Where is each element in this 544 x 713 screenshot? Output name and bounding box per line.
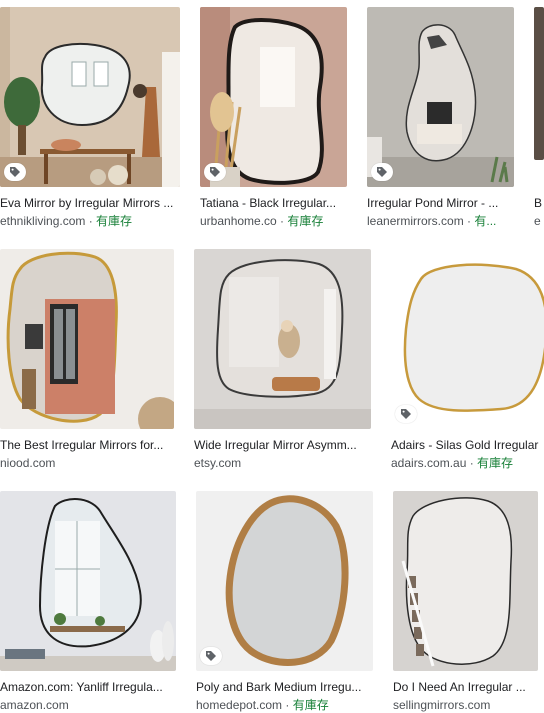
in-stock-label: 有庫存: [287, 214, 324, 228]
result-title[interactable]: Wide Irregular Mirror Asymm...: [194, 438, 371, 453]
result-title[interactable]: Do I Need An Irregular ...: [393, 680, 538, 695]
result-card[interactable]: Do I Need An Irregular ... sellingmirror…: [393, 491, 538, 712]
mirror-image: [391, 249, 544, 429]
result-title[interactable]: Adairs - Silas Gold Irregular: [391, 438, 544, 453]
result-thumbnail[interactable]: [196, 491, 373, 671]
in-stock-label: 有...: [474, 214, 497, 228]
mirror-image: [0, 7, 180, 187]
shopping-tag: [200, 647, 222, 665]
source-domain: niood.com: [0, 456, 56, 470]
mirror-image: [0, 249, 174, 429]
source-domain: adairs.com.au: [391, 456, 467, 470]
result-source: adairs.com.au · 有庫存: [391, 456, 544, 471]
result-source: niood.com: [0, 456, 174, 471]
result-thumbnail[interactable]: [391, 249, 544, 429]
result-card[interactable]: Amazon.com: Yanliff Irregula... amazon.c…: [0, 491, 176, 712]
separator: ·: [282, 698, 293, 712]
result-title[interactable]: Irregular Pond Mirror - ...: [367, 196, 514, 211]
shopping-tag-icon: [206, 651, 216, 661]
result-source: ethnikliving.com · 有庫存: [0, 214, 180, 229]
source-domain: ethnikliving.com: [0, 214, 86, 228]
result-card[interactable]: Adairs - Silas Gold Irregular adairs.com…: [391, 249, 544, 474]
result-card[interactable]: Wide Irregular Mirror Asymm... etsy.com: [194, 249, 371, 474]
mirror-image: [200, 7, 347, 187]
separator: ·: [276, 214, 288, 228]
source-domain: amazon.com: [0, 698, 69, 712]
mirror-image: [0, 491, 176, 671]
result-card[interactable]: Eva Mirror by Irregular Mirrors ... ethn…: [0, 7, 180, 232]
shopping-tag-icon: [377, 167, 387, 177]
shopping-tag-icon: [10, 167, 20, 177]
separator: ·: [466, 456, 478, 470]
in-stock-label: 有庫存: [292, 698, 329, 712]
mirror-image: [367, 7, 514, 187]
result-title[interactable]: B: [534, 196, 544, 211]
result-thumbnail[interactable]: [393, 491, 538, 671]
result-thumbnail[interactable]: [0, 491, 176, 671]
shopping-tag: [204, 163, 226, 181]
source-domain: e: [534, 214, 541, 228]
result-thumbnail[interactable]: [200, 7, 347, 187]
shopping-tag: [395, 405, 417, 423]
result-title[interactable]: The Best Irregular Mirrors for...: [0, 438, 174, 453]
result-thumbnail[interactable]: [0, 7, 180, 187]
separator: ·: [85, 214, 97, 228]
result-source: e: [534, 214, 544, 229]
result-title[interactable]: Eva Mirror by Irregular Mirrors ...: [0, 196, 180, 211]
result-card[interactable]: Poly and Bark Medium Irregu... homedepot…: [196, 491, 373, 712]
source-domain: urbanhome.co: [200, 214, 277, 228]
source-domain: etsy.com: [194, 456, 242, 470]
result-source: amazon.com: [0, 698, 176, 713]
in-stock-label: 有庫存: [477, 456, 514, 470]
result-title[interactable]: Amazon.com: Yanliff Irregula...: [0, 680, 176, 695]
mirror-image: [194, 249, 371, 429]
shopping-tag-icon: [210, 167, 220, 177]
result-card[interactable]: The Best Irregular Mirrors for... niood.…: [0, 249, 174, 474]
source-domain: sellingmirrors.com: [393, 698, 491, 712]
source-domain: leanermirrors.com: [367, 214, 464, 228]
result-card[interactable]: Tatiana - Black Irregular... urbanhome.c…: [200, 7, 347, 232]
result-title[interactable]: Tatiana - Black Irregular...: [200, 196, 347, 211]
result-thumbnail[interactable]: [534, 7, 544, 160]
result-source: urbanhome.co · 有庫存: [200, 214, 347, 229]
result-card[interactable]: Irregular Pond Mirror - ... leanermirror…: [367, 7, 514, 232]
mirror-image: [196, 491, 373, 671]
mirror-image: [393, 491, 538, 671]
result-source: sellingmirrors.com: [393, 698, 538, 713]
result-thumbnail[interactable]: [194, 249, 371, 429]
source-domain: homedepot.com: [196, 698, 283, 712]
result-source: homedepot.com · 有庫存: [196, 698, 373, 713]
separator: ·: [463, 214, 475, 228]
shopping-tag: [4, 163, 26, 181]
result-card[interactable]: B e: [534, 7, 544, 232]
result-source: leanermirrors.com · 有...: [367, 214, 514, 229]
result-thumbnail[interactable]: [0, 249, 174, 429]
result-thumbnail[interactable]: [367, 7, 514, 187]
result-title[interactable]: Poly and Bark Medium Irregu...: [196, 680, 373, 695]
shopping-tag-icon: [401, 409, 411, 419]
result-source: etsy.com: [194, 456, 371, 471]
shopping-tag: [371, 163, 393, 181]
in-stock-label: 有庫存: [96, 214, 133, 228]
